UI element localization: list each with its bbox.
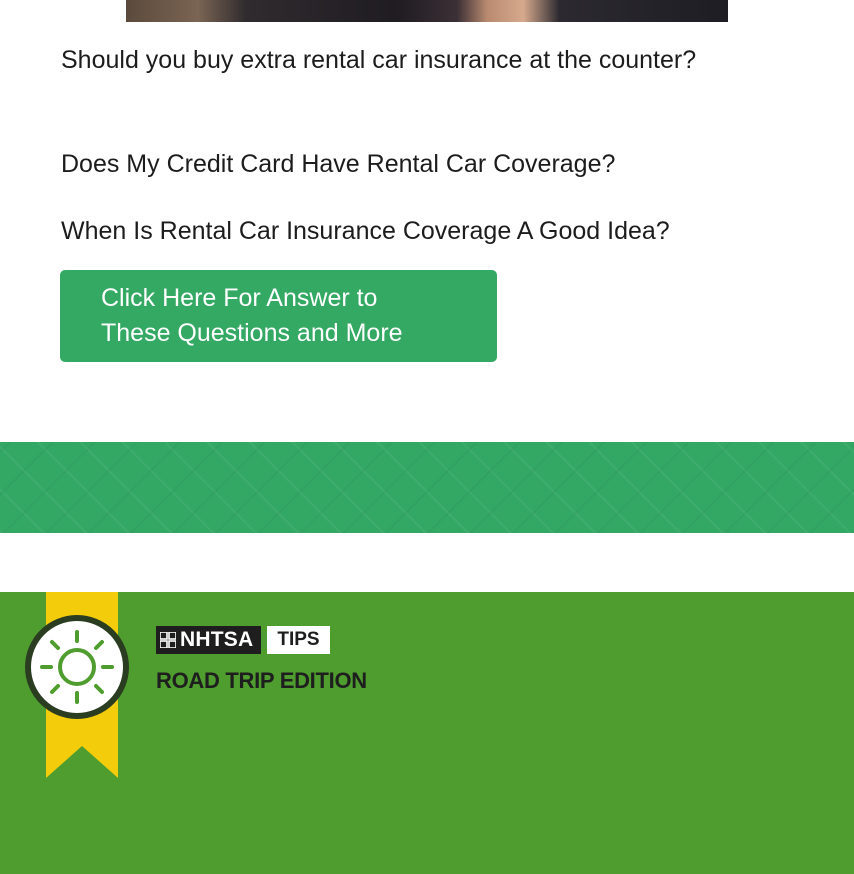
nhtsa-label: NHTSA xyxy=(180,628,254,651)
sun-icon xyxy=(25,615,129,719)
tips-label: TIPS xyxy=(267,626,330,654)
question-coverage-good-idea: When Is Rental Car Insurance Coverage A … xyxy=(61,217,670,245)
hero-image xyxy=(126,0,728,22)
nhtsa-logo-icon xyxy=(160,632,176,648)
page: Should you buy extra rental car insuranc… xyxy=(0,0,854,874)
cta-label-line-1: Click Here For Answer to xyxy=(101,284,378,312)
question-credit-card-coverage: Does My Credit Card Have Rental Car Cove… xyxy=(61,150,616,178)
nhtsa-tips-logo: NHTSA TIPS xyxy=(156,626,330,654)
answers-cta-button[interactable]: Click Here For Answer to These Questions… xyxy=(60,270,497,362)
nhtsa-label-box: NHTSA xyxy=(156,626,262,654)
cta-label-line-2: These Questions and More xyxy=(101,319,403,347)
decorative-green-band xyxy=(0,442,854,533)
nhtsa-tips-banner: NHTSA TIPS ROAD TRIP EDITION xyxy=(0,592,854,874)
question-buy-extra-insurance: Should you buy extra rental car insuranc… xyxy=(61,46,697,74)
road-trip-edition-label: ROAD TRIP EDITION xyxy=(156,668,367,693)
